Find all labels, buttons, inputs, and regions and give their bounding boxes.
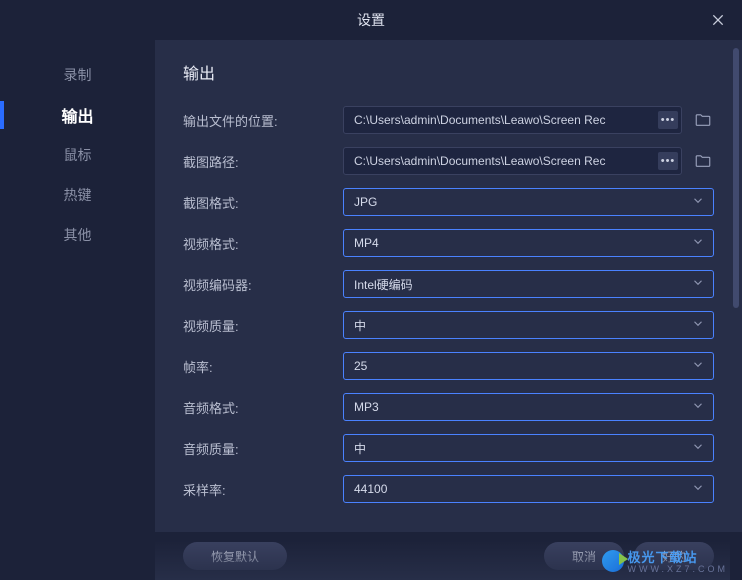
label-sample-rate: 采样率:: [183, 480, 333, 499]
select-video-encoder[interactable]: Intel硬编码: [343, 270, 714, 298]
sidebar-item-other[interactable]: 其他: [0, 215, 155, 255]
select-video-format[interactable]: MP4: [343, 229, 714, 257]
scrollbar[interactable]: [732, 48, 740, 530]
select-frame-rate[interactable]: 25: [343, 352, 714, 380]
folder-icon: [694, 111, 712, 129]
select-audio-quality[interactable]: 中: [343, 434, 714, 462]
label-screenshot-format: 截图格式:: [183, 193, 333, 212]
browse-output-path-button[interactable]: •••: [658, 111, 678, 129]
sidebar-item-record[interactable]: 录制: [0, 55, 155, 95]
label-video-format: 视频格式:: [183, 234, 333, 253]
input-screenshot-path[interactable]: C:\Users\admin\Documents\Leawo\Screen Re…: [343, 147, 682, 175]
sidebar: 录制 输出 鼠标 热键 其他: [0, 40, 155, 580]
sidebar-item-mouse[interactable]: 鼠标: [0, 135, 155, 175]
open-screenshot-folder-button[interactable]: [692, 150, 714, 172]
row-video-encoder: 视频编码器: Intel硬编码: [183, 270, 714, 298]
row-sample-rate: 采样率: 44100: [183, 475, 714, 503]
chevron-down-icon: [691, 481, 705, 498]
section-title-output: 输出: [183, 60, 714, 84]
label-video-quality: 视频质量:: [183, 316, 333, 335]
chevron-down-icon: [691, 194, 705, 211]
input-output-path[interactable]: C:\Users\admin\Documents\Leawo\Screen Re…: [343, 106, 682, 134]
row-output-path: 输出文件的位置: C:\Users\admin\Documents\Leawo\…: [183, 106, 714, 134]
row-screenshot-path: 截图路径: C:\Users\admin\Documents\Leawo\Scr…: [183, 147, 714, 175]
chevron-down-icon: [691, 235, 705, 252]
label-audio-quality: 音频质量:: [183, 439, 333, 458]
label-output-path: 输出文件的位置:: [183, 111, 333, 130]
restore-defaults-button[interactable]: 恢复默认: [183, 542, 287, 570]
chevron-down-icon: [691, 317, 705, 334]
window-title: 设置: [357, 10, 385, 30]
sidebar-item-label: 热键: [64, 185, 92, 205]
cancel-button[interactable]: 取消: [544, 542, 624, 570]
row-screenshot-format: 截图格式: JPG: [183, 188, 714, 216]
scrollbar-thumb[interactable]: [733, 48, 739, 308]
select-audio-format[interactable]: MP3: [343, 393, 714, 421]
chevron-down-icon: [691, 440, 705, 457]
main-panel: 输出 输出文件的位置: C:\Users\admin\Documents\Lea…: [155, 40, 742, 580]
chevron-down-icon: [691, 358, 705, 375]
sidebar-item-hotkey[interactable]: 热键: [0, 175, 155, 215]
row-video-format: 视频格式: MP4: [183, 229, 714, 257]
label-audio-format: 音频格式:: [183, 398, 333, 417]
label-frame-rate: 帧率:: [183, 357, 333, 376]
browse-screenshot-path-button[interactable]: •••: [658, 152, 678, 170]
chevron-down-icon: [691, 399, 705, 416]
row-frame-rate: 帧率: 25: [183, 352, 714, 380]
chevron-down-icon: [691, 276, 705, 293]
close-icon: [710, 12, 726, 28]
sidebar-item-label: 鼠标: [64, 145, 92, 165]
select-sample-rate[interactable]: 44100: [343, 475, 714, 503]
label-video-encoder: 视频编码器:: [183, 275, 333, 294]
open-output-folder-button[interactable]: [692, 109, 714, 131]
close-button[interactable]: [706, 8, 730, 32]
sidebar-item-output[interactable]: 输出: [0, 95, 155, 135]
sidebar-item-label: 其他: [64, 225, 92, 245]
row-audio-quality: 音频质量: 中: [183, 434, 714, 462]
label-screenshot-path: 截图路径:: [183, 152, 333, 171]
select-video-quality[interactable]: 中: [343, 311, 714, 339]
select-screenshot-format[interactable]: JPG: [343, 188, 714, 216]
folder-icon: [694, 152, 712, 170]
scroll-area: 输出 输出文件的位置: C:\Users\admin\Documents\Lea…: [155, 40, 742, 532]
footer: 恢复默认 取消 好的 极光下载站 WWW.XZ7.COM: [155, 532, 742, 580]
sidebar-item-label: 输出: [61, 103, 93, 127]
ok-button[interactable]: 好的: [634, 542, 714, 570]
row-video-quality: 视频质量: 中: [183, 311, 714, 339]
title-bar: 设置: [0, 0, 742, 40]
sidebar-item-label: 录制: [64, 65, 92, 85]
row-audio-format: 音频格式: MP3: [183, 393, 714, 421]
